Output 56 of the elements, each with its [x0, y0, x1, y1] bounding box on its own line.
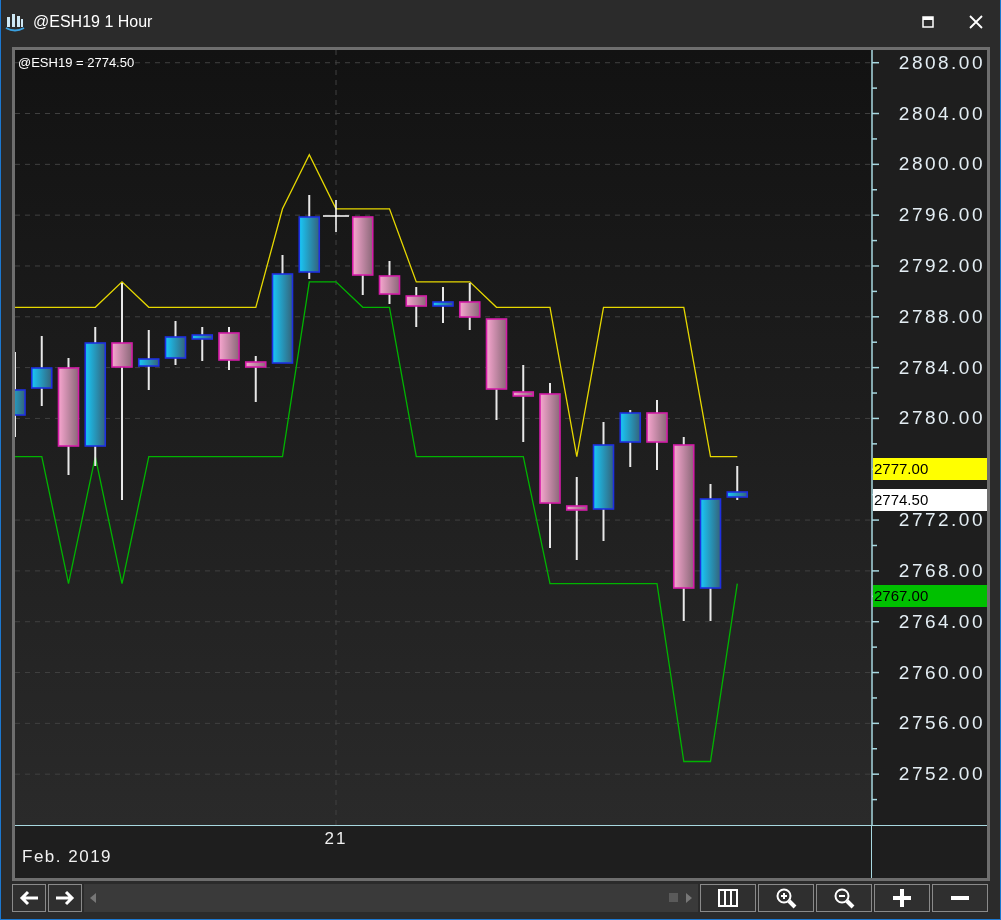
scroll-thumb[interactable] [669, 893, 678, 902]
y-axis-label: 2764.00 [897, 611, 985, 632]
zoom-in-icon [775, 886, 797, 909]
scroll-left-icon [90, 892, 96, 903]
y-axis-label: 2784.00 [897, 357, 985, 378]
y-axis-label: 2756.00 [897, 713, 985, 734]
crosshair-cursor [322, 199, 350, 233]
price-marker: 2774.50 [873, 489, 987, 512]
price-marker: 2767.00 [873, 584, 987, 607]
add-button[interactable] [874, 883, 930, 912]
y-axis-label: 2796.00 [897, 205, 985, 226]
candlestick [244, 355, 267, 403]
candlestick [191, 326, 214, 362]
plus-icon [892, 887, 912, 908]
window-title: @ESH19 1 Hour [33, 13, 154, 31]
period-label: Feb. 2019 [22, 847, 113, 867]
y-axis-label: 2808.00 [897, 52, 985, 73]
candlestick [432, 286, 454, 324]
candlestick [218, 326, 240, 371]
right-arrow-icon [55, 889, 75, 906]
close-icon [969, 15, 983, 29]
date-axis-label: 21 [324, 829, 348, 849]
remove-button[interactable] [932, 883, 988, 912]
y-axis-label: 2768.00 [897, 560, 985, 581]
price-marker: 2777.00 [873, 457, 987, 480]
y-axis-label: 2760.00 [897, 662, 985, 683]
zoom-in-button[interactable] [758, 883, 814, 912]
y-axis-label: 2752.00 [897, 764, 985, 785]
scroll-left-button[interactable] [12, 883, 46, 912]
y-axis-label: 2780.00 [897, 408, 985, 429]
candlestick [646, 399, 668, 471]
candlestick [619, 409, 642, 468]
minus-icon [951, 894, 969, 901]
candlestick [164, 320, 187, 366]
y-axis-label: 2772.00 [897, 510, 985, 531]
scroll-right-icon [686, 892, 692, 903]
columns-icon [717, 887, 739, 908]
candlestick [137, 329, 160, 391]
candlestick [726, 465, 749, 501]
candlestick [378, 260, 401, 305]
app-logo-icon [5, 11, 25, 33]
scroll-right-button[interactable] [48, 883, 82, 912]
zoom-out-button[interactable] [816, 883, 872, 912]
symbol-price-legend: @ESH19 = 2774.50 [18, 55, 135, 70]
candlestick [30, 335, 53, 407]
horizontal-scrollbar[interactable] [84, 883, 698, 912]
candlestick [458, 282, 481, 331]
maximize-icon [922, 16, 934, 28]
zoom-out-icon [833, 886, 855, 909]
y-axis-label: 2804.00 [897, 103, 985, 124]
y-axis-label: 2792.00 [897, 255, 985, 276]
y-axis-label: 2788.00 [897, 306, 985, 327]
left-arrow-icon [19, 889, 39, 906]
y-axis-label: 2800.00 [897, 154, 985, 175]
candlestick [405, 286, 428, 328]
fit-columns-button[interactable] [700, 883, 756, 912]
